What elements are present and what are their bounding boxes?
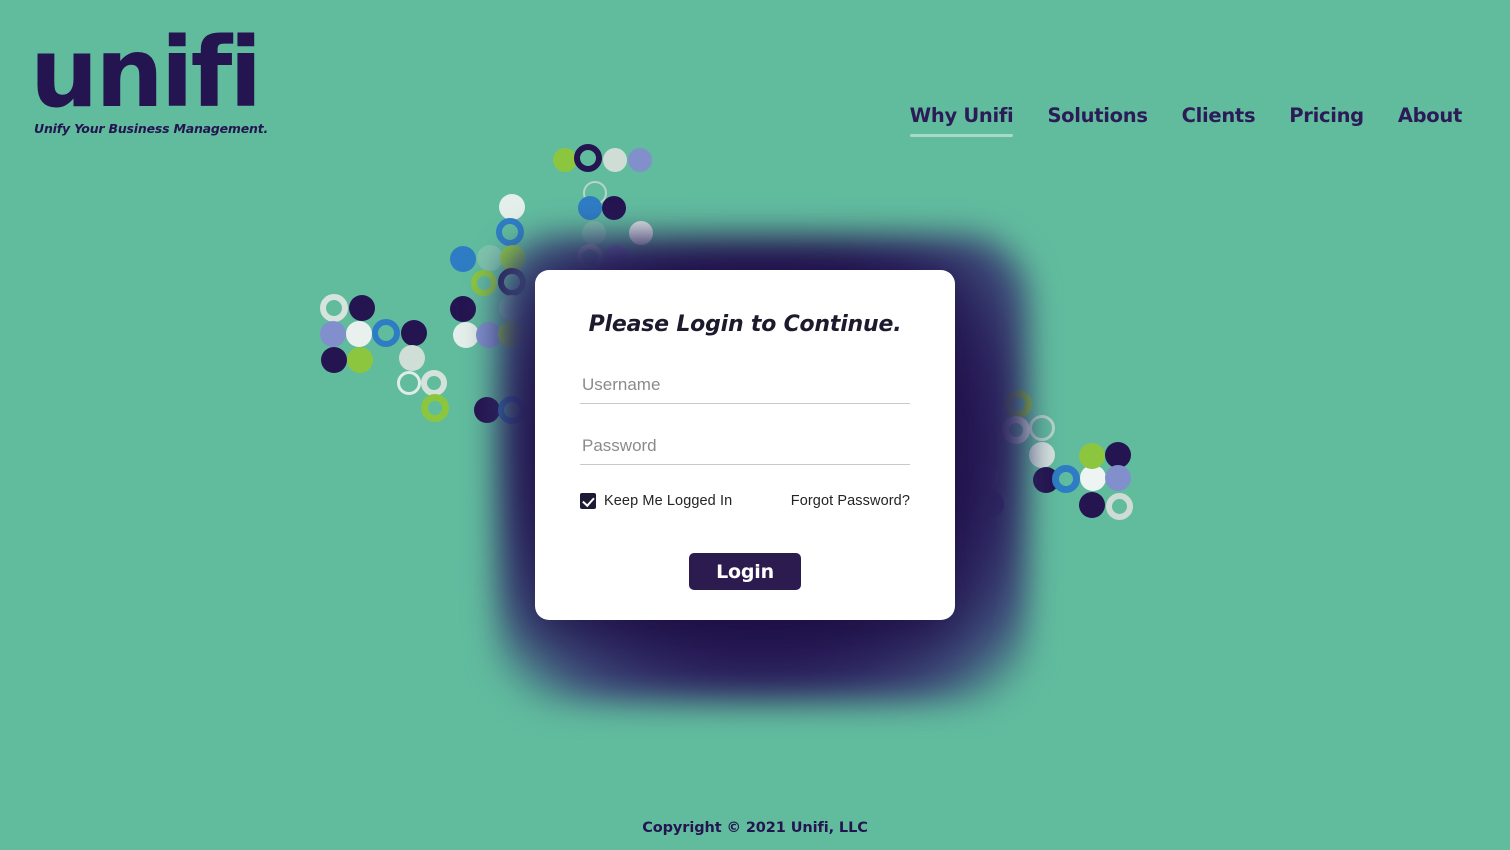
keep-logged-in-label: Keep Me Logged In — [604, 493, 733, 509]
nav-item-about[interactable]: About — [1398, 104, 1462, 137]
username-field-wrap — [580, 371, 910, 404]
decorative-ring — [320, 294, 348, 322]
login-submit-button[interactable]: Login — [689, 553, 801, 590]
decorative-dot — [320, 321, 346, 347]
password-field-wrap — [580, 432, 910, 465]
decorative-dot — [399, 345, 425, 371]
decorative-ring — [574, 144, 602, 172]
decorative-ring — [1105, 492, 1133, 520]
decorative-dot — [1029, 442, 1055, 468]
decorative-dot — [1033, 467, 1059, 493]
copyright-text: Copyright © 2021 Unifi, LLC — [642, 820, 868, 836]
nav-item-clients[interactable]: Clients — [1182, 104, 1256, 137]
login-card: Please Login to Continue. Keep Me Logged… — [535, 270, 955, 620]
decorative-dot — [346, 321, 372, 347]
nav-item-pricing[interactable]: Pricing — [1289, 104, 1364, 137]
decorative-dot — [477, 245, 503, 271]
decorative-dot — [401, 320, 427, 346]
decorative-dot — [602, 196, 626, 220]
decorative-ring — [583, 181, 607, 205]
nav-item-why-unifi[interactable]: Why Unifi — [909, 104, 1014, 137]
username-input[interactable] — [580, 371, 910, 404]
login-options-row: Keep Me Logged In Forgot Password? — [580, 493, 910, 509]
logo-wordmark: unifi — [30, 17, 262, 129]
site-header: unifi Unify Your Business Management. Wh… — [0, 0, 1510, 180]
decorative-dot — [1079, 492, 1105, 518]
decorative-ring — [496, 218, 524, 246]
decorative-dot — [603, 148, 627, 172]
login-card-title: Please Login to Continue. — [588, 312, 902, 337]
site-footer: Copyright © 2021 Unifi, LLC — [0, 820, 1510, 836]
decorative-dot — [1080, 465, 1106, 491]
decorative-dot — [578, 196, 602, 220]
decorative-dot — [453, 322, 479, 348]
decorative-ring — [1029, 415, 1055, 441]
decorative-dot — [628, 148, 652, 172]
decorative-dot — [347, 347, 373, 373]
decorative-dot — [1105, 465, 1131, 491]
main-navigation: Why Unifi Solutions Clients Pricing Abou… — [909, 104, 1462, 137]
decorative-ring — [1052, 465, 1080, 493]
decorative-ring — [471, 270, 497, 296]
decorative-dot — [450, 246, 476, 272]
forgot-password-link[interactable]: Forgot Password? — [791, 493, 910, 509]
decorative-dot — [553, 148, 577, 172]
logo-tagline: Unify Your Business Management. — [34, 121, 269, 137]
decorative-ring — [421, 394, 449, 422]
login-button-row: Login — [535, 553, 955, 590]
decorative-ring — [372, 319, 400, 347]
decorative-dot — [499, 194, 525, 220]
keep-logged-in-checkbox[interactable] — [580, 493, 596, 509]
decorative-dot — [450, 296, 476, 322]
login-fields — [580, 371, 910, 465]
decorative-ring — [397, 371, 421, 395]
decorative-ring — [421, 370, 447, 396]
keep-logged-in-option[interactable]: Keep Me Logged In — [580, 493, 732, 509]
decorative-dot — [1079, 443, 1105, 469]
nav-item-solutions[interactable]: Solutions — [1047, 104, 1148, 137]
site-logo[interactable]: unifi Unify Your Business Management. — [30, 17, 269, 137]
decorative-dot — [321, 347, 347, 373]
decorative-dot — [1105, 442, 1131, 468]
decorative-dot — [349, 295, 375, 321]
password-input[interactable] — [580, 432, 910, 465]
